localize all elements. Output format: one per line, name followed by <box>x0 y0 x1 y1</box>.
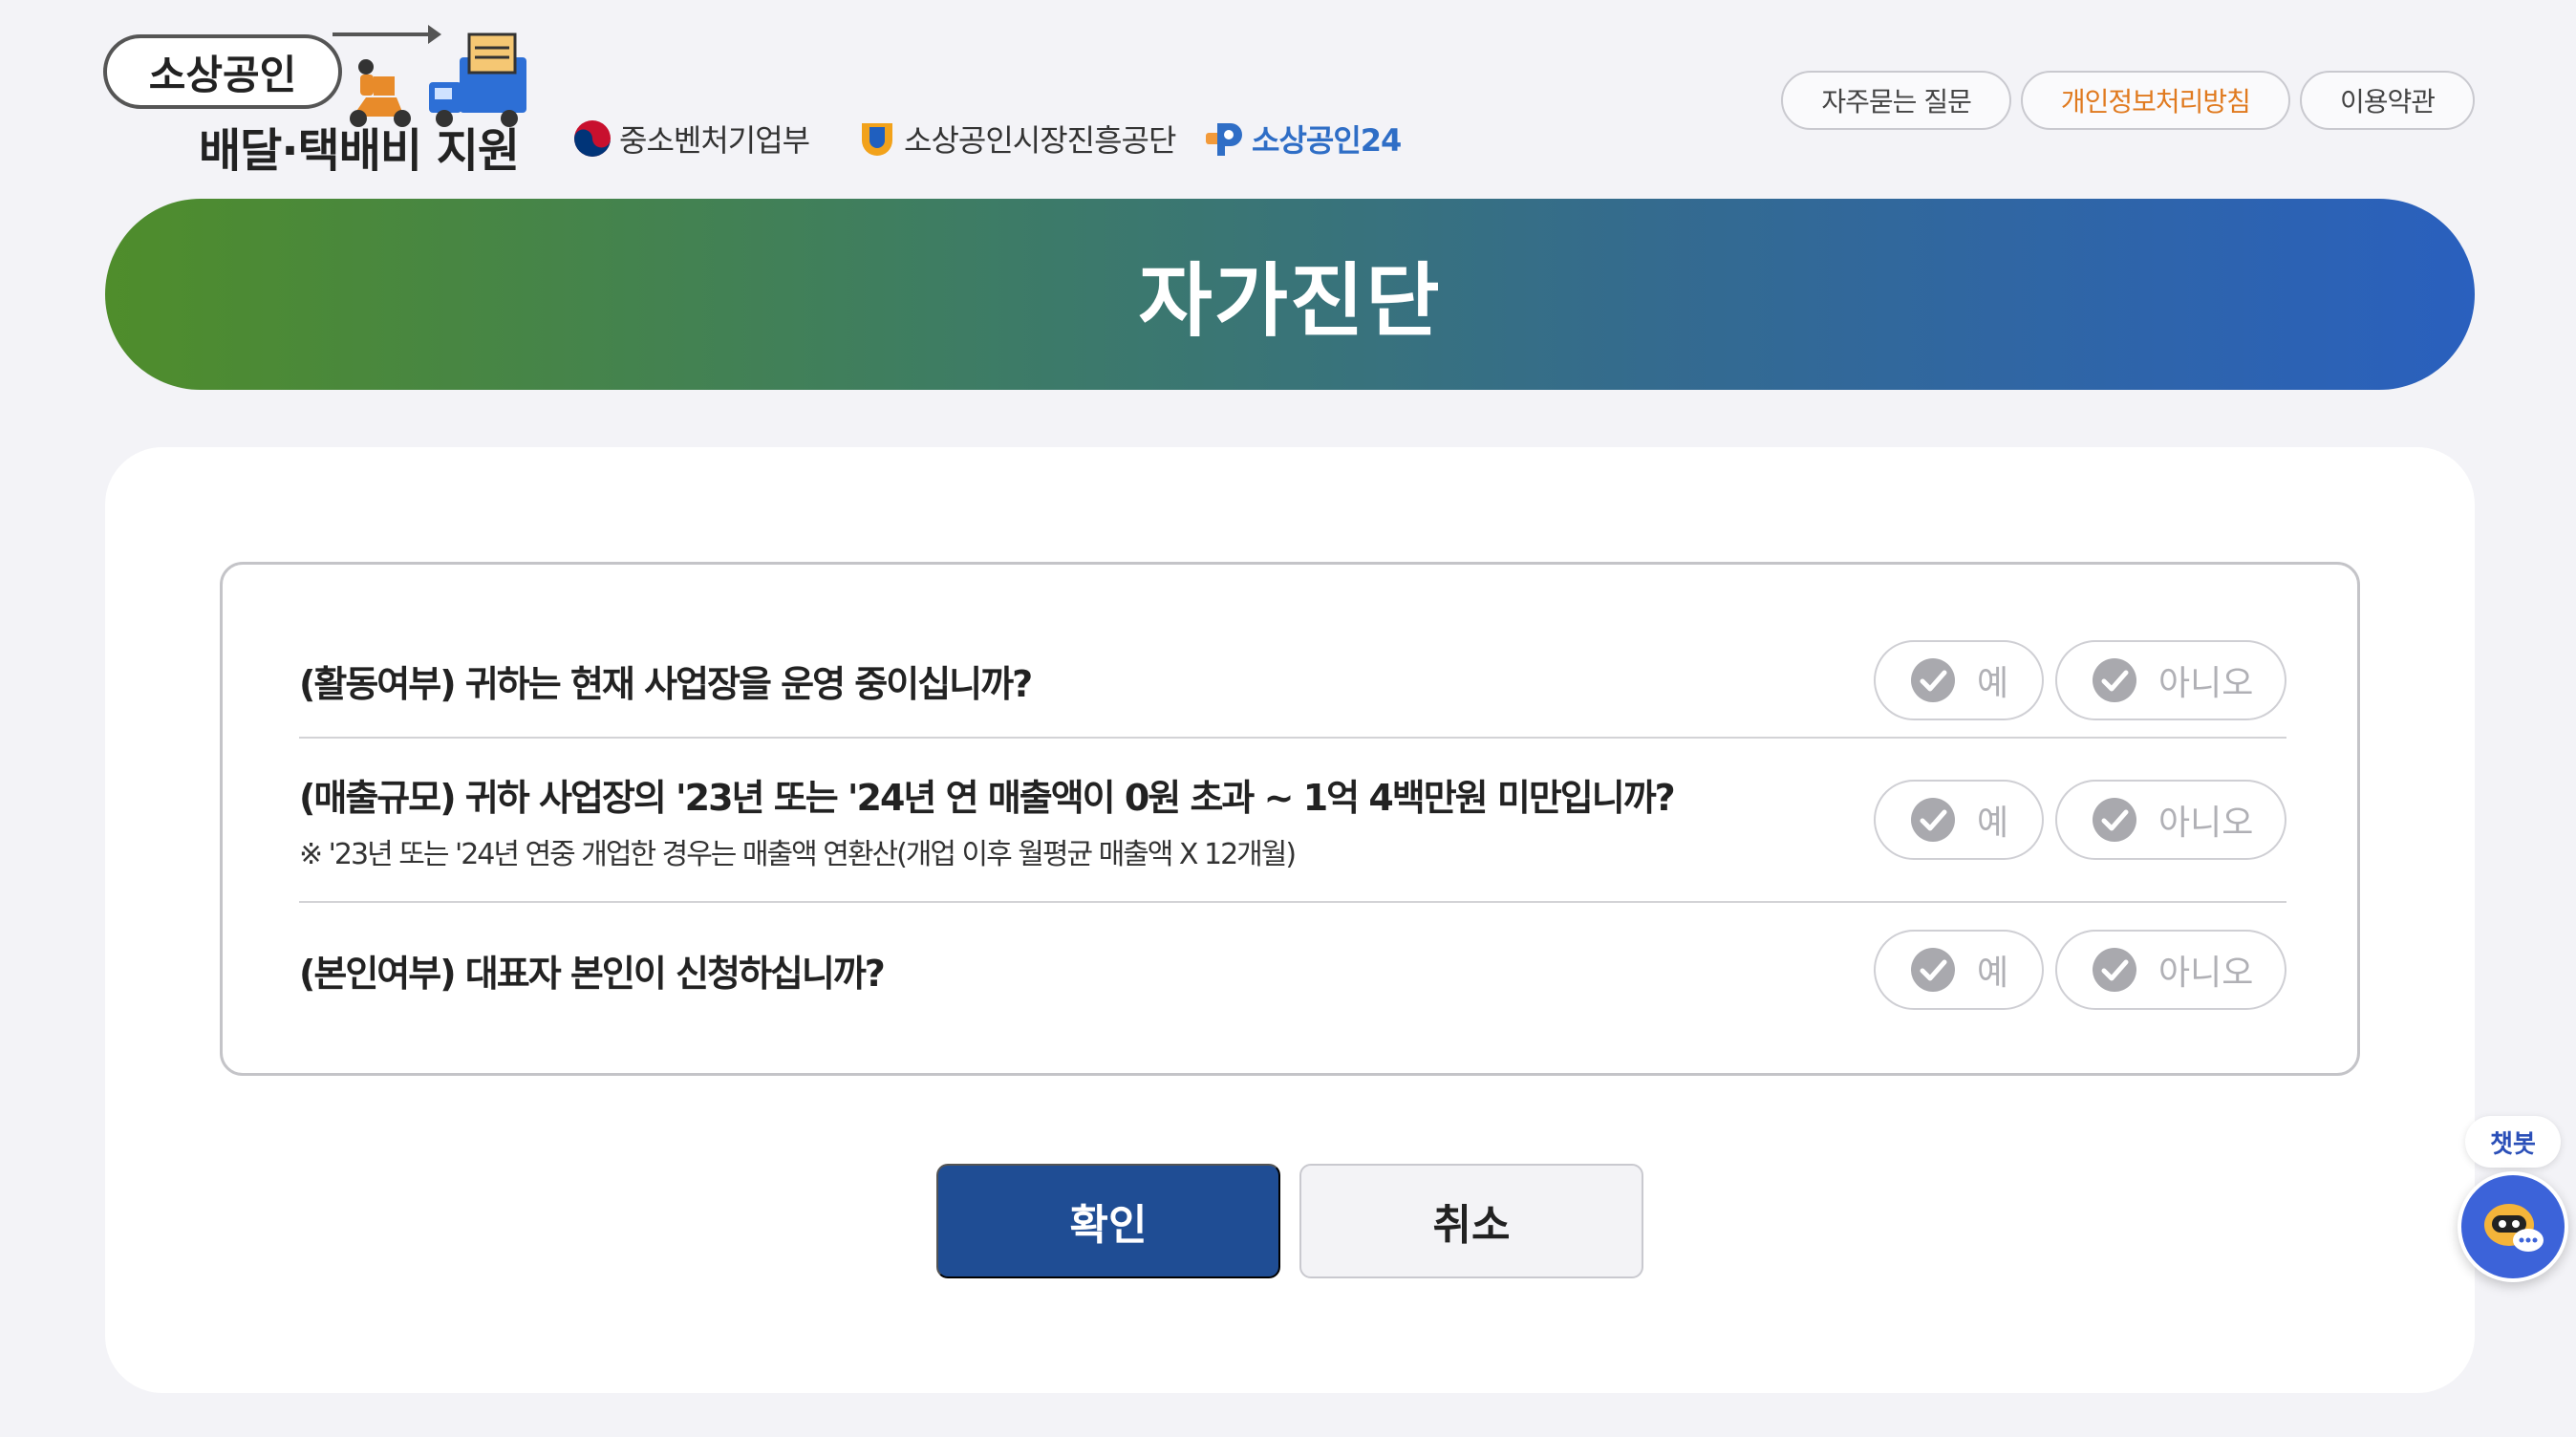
chatbot-button[interactable] <box>2458 1171 2568 1282</box>
cancel-button[interactable]: 취소 <box>1299 1164 1643 1278</box>
semas-icon <box>862 123 892 156</box>
partner-semas[interactable]: 소상공인시장진흥공단 <box>856 115 1176 162</box>
answer-group: 예 아니오 <box>1874 640 2286 720</box>
check-circle-icon <box>2093 948 2136 992</box>
check-circle-icon <box>1911 658 1955 702</box>
question-text: (본인여부) 대표자 본인이 신청하십니까? <box>299 952 886 995</box>
faq-link[interactable]: 자주묻는 질문 <box>1781 71 2011 130</box>
terms-link[interactable]: 이용약관 <box>2299 71 2475 130</box>
answer-label: 아니오 <box>2158 954 2254 993</box>
chatbot-icon <box>2484 1204 2544 1252</box>
check-circle-icon <box>1911 798 1955 842</box>
question-text: (활동여부) 귀하는 현재 사업장을 운영 중이십니까? <box>299 662 1033 705</box>
sbiz24-icon <box>1206 123 1242 156</box>
question-text-block: (활동여부) 귀하는 현재 사업장을 운영 중이십니까? <box>299 654 1033 707</box>
confirm-button[interactable]: 확인 <box>936 1164 1280 1278</box>
page-banner: 자가진단 <box>105 199 2475 390</box>
check-circle-icon <box>2093 658 2136 702</box>
page-title: 자가진단 <box>1138 253 1442 348</box>
partner-label: 소상공인24 <box>1252 122 1402 159</box>
logo-title: 소상공인 <box>103 34 342 109</box>
question-activity: (활동여부) 귀하는 현재 사업장을 운영 중이십니까? 예 아니오 <box>299 624 2286 739</box>
partner-label: 소상공인시장진흥공단 <box>904 122 1176 159</box>
service-logo[interactable]: 소상공인 배달·택배비 지원 <box>103 25 535 178</box>
logo-subtitle: 배달·택배비 지원 <box>199 124 520 178</box>
question-text-block: (본인여부) 대표자 본인이 신청하십니까? <box>299 944 886 997</box>
answer-label: 예 <box>1977 804 2009 843</box>
answer-label: 예 <box>1977 664 2009 703</box>
answer-no-button[interactable]: 아니오 <box>2055 930 2286 1010</box>
question-list: (활동여부) 귀하는 현재 사업장을 운영 중이십니까? 예 아니오 (매출규모… <box>220 562 2360 1076</box>
taegeuk-icon <box>574 120 611 157</box>
partner-sbiz24[interactable]: 소상공인24 <box>1204 115 1402 162</box>
question-text-block: (매출규모) 귀하 사업장의 '23년 또는 '24년 연 매출액이 0원 초과… <box>299 768 1676 872</box>
answer-group: 예 아니오 <box>1874 780 2286 860</box>
answer-label: 예 <box>1977 954 2009 993</box>
answer-yes-button[interactable]: 예 <box>1874 780 2044 860</box>
answer-no-button[interactable]: 아니오 <box>2055 640 2286 720</box>
answer-group: 예 아니오 <box>1874 930 2286 1010</box>
chatbot-label[interactable]: 챗봇 <box>2465 1116 2561 1168</box>
answer-label: 아니오 <box>2158 804 2254 843</box>
answer-yes-button[interactable]: 예 <box>1874 640 2044 720</box>
self-diagnosis-card: (활동여부) 귀하는 현재 사업장을 운영 중이십니까? 예 아니오 (매출규모… <box>105 447 2475 1393</box>
partner-label: 중소벤처기업부 <box>619 122 810 159</box>
privacy-policy-link[interactable]: 개인정보처리방침 <box>2020 71 2290 130</box>
question-note: ※ '23년 또는 '24년 연중 개업한 경우는 매출액 연환산(개업 이후 … <box>299 837 1297 871</box>
answer-no-button[interactable]: 아니오 <box>2055 780 2286 860</box>
top-links: 자주묻는 질문 개인정보처리방침 이용약관 <box>1781 71 2475 130</box>
answer-label: 아니오 <box>2158 664 2254 703</box>
question-identity: (본인여부) 대표자 본인이 신청하십니까? 예 아니오 <box>299 903 2286 1037</box>
check-circle-icon <box>2093 798 2136 842</box>
question-revenue: (매출규모) 귀하 사업장의 '23년 또는 '24년 연 매출액이 0원 초과… <box>299 739 2286 903</box>
question-text: (매출규모) 귀하 사업장의 '23년 또는 '24년 연 매출액이 0원 초과… <box>299 776 1676 819</box>
answer-yes-button[interactable]: 예 <box>1874 930 2044 1010</box>
partner-mss[interactable]: 중소벤처기업부 <box>571 115 810 162</box>
check-circle-icon <box>1911 948 1955 992</box>
